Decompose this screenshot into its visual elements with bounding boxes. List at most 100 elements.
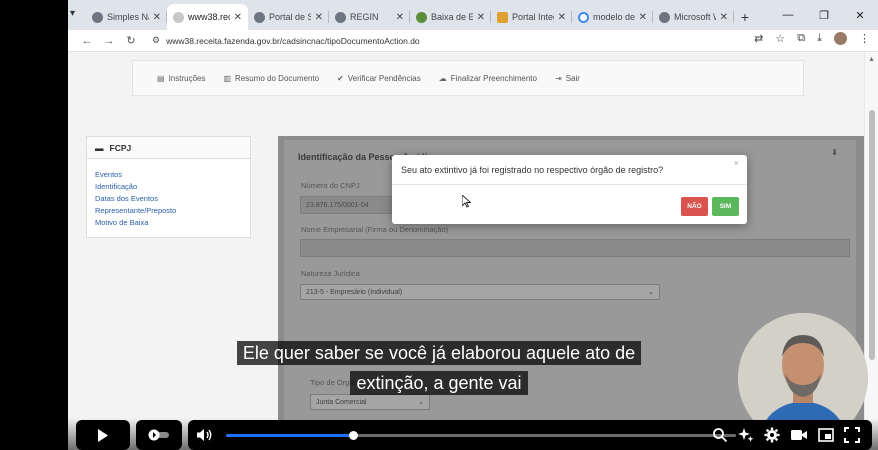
extensions-icon[interactable]: ⧉ (797, 32, 805, 45)
miniplayer-icon[interactable] (818, 428, 834, 442)
autoplay-icon (148, 429, 169, 441)
menu-instrucoes[interactable]: ▤ Instruções (157, 74, 205, 83)
google-icon (578, 11, 589, 23)
exit-icon: ⇥ (554, 73, 562, 83)
fullscreen-icon[interactable] (844, 427, 860, 443)
tab-google-modelo[interactable]: modelo de ✕ (572, 4, 653, 30)
leaf-icon (416, 11, 427, 23)
close-tab-icon[interactable]: ✕ (558, 12, 566, 23)
video-camera-icon[interactable] (790, 428, 808, 442)
minimize-icon[interactable]: — (770, 9, 806, 21)
tab-portal-servicos[interactable]: Portal de Se✕ (248, 4, 329, 30)
tab-baixa-empresa[interactable]: Baixa de Em✕ (410, 4, 491, 30)
dialog-question: Seu ato extintivo já foi registrado no r… (401, 165, 664, 175)
close-tab-icon[interactable]: ✕ (153, 12, 161, 23)
close-tab-icon[interactable]: ✕ (720, 12, 728, 23)
globe-icon (335, 11, 346, 23)
scrollbar-thumb[interactable] (869, 110, 875, 360)
sidebar-item-representante[interactable]: Representante/Preposto (95, 205, 250, 217)
document-icon: ▥ (223, 73, 232, 83)
nao-button[interactable]: NÃO (681, 197, 708, 216)
tab-portal-integrador[interactable]: Portal Integ ✕ (491, 4, 572, 30)
player-right-icons (712, 427, 860, 443)
volume-icon[interactable] (196, 428, 214, 442)
nome-empresarial-field[interactable] (300, 239, 850, 257)
sidebar-header: ▬ FCPJ (87, 137, 250, 159)
tab-receita[interactable]: www38.rece✕ (167, 4, 248, 30)
cloud-upload-icon: ☁ (438, 73, 447, 83)
sim-button[interactable]: SIM (712, 197, 739, 216)
forward-icon[interactable]: → (98, 35, 120, 47)
close-window-icon[interactable]: ✕ (842, 9, 878, 22)
dialog-divider (392, 184, 747, 185)
toolbar-icons: ⇄ ☆ ⧉ ⤓ ⋮ (754, 32, 870, 45)
mouse-cursor-icon (461, 194, 472, 211)
reload-icon[interactable]: ↻ (120, 34, 142, 47)
dialog-close-icon[interactable]: × (734, 158, 739, 168)
sidebar-item-motivo-baixa[interactable]: Motivo de Baixa (95, 217, 250, 229)
sidebar-item-eventos[interactable]: Eventos (95, 169, 250, 181)
close-tab-icon[interactable]: ✕ (396, 12, 404, 23)
confirm-dialog: Seu ato extintivo já foi registrado no r… (392, 155, 747, 224)
bookmark-star-icon[interactable]: ☆ (775, 32, 785, 45)
scroll-up-icon[interactable]: ▲ (868, 56, 875, 63)
play-icon (98, 428, 108, 442)
menu-sair[interactable]: ⇥ Sair (555, 74, 580, 83)
sidebar-item-datas-eventos[interactable]: Datas dos Eventos (95, 193, 250, 205)
tab-strip: ▾ Simples Nac✕ www38.rece✕ Portal de Se✕… (68, 0, 878, 30)
progress-scrubber[interactable] (349, 431, 358, 440)
search-icon[interactable] (712, 427, 728, 443)
nome-empresarial-label: Nome Empresarial (Firma ou Denominação) (301, 225, 449, 234)
address-bar[interactable]: ⚙ www38.receita.fazenda.gov.br/cadsincna… (146, 32, 796, 50)
menu-resumo-documento[interactable]: ▥ Resumo do Documento (223, 74, 319, 83)
folder-icon (497, 11, 508, 23)
close-tab-icon[interactable]: ✕ (234, 12, 242, 23)
tab-search-icon[interactable]: ▾ (70, 8, 75, 19)
natureza-juridica-select[interactable]: 213-5 - Empresário (Individual) ⌄ (300, 284, 660, 300)
video-controls (0, 418, 878, 450)
sparkle-icon[interactable] (738, 427, 754, 443)
close-tab-icon[interactable]: ✕ (477, 12, 485, 23)
progress-fill (226, 434, 354, 437)
globe-icon (254, 11, 265, 23)
window-controls: — ❐ ✕ (770, 0, 878, 30)
tab-regin[interactable]: REGIN ✕ (329, 4, 410, 30)
back-icon[interactable]: ← (76, 35, 98, 47)
maximize-icon[interactable]: ❐ (806, 9, 842, 22)
new-tab-button[interactable]: + (734, 4, 756, 30)
card-icon: ▬ (95, 142, 104, 153)
site-info-icon[interactable]: ⚙ (152, 35, 160, 46)
menu-finalizar-preenchimento[interactable]: ☁ Finalizar Preenchimento (439, 74, 537, 83)
cnpj-label: Número do CNPJ (301, 181, 360, 190)
fcpj-sidebar: ▬ FCPJ Eventos Identificação Datas dos Ev… (86, 136, 251, 238)
screen: ▾ Simples Nac✕ www38.rece✕ Portal de Se✕… (0, 0, 878, 450)
downloads-icon[interactable]: ⤓ (817, 32, 822, 45)
play-button[interactable] (76, 420, 130, 450)
top-menu: ▤ Instruções ▥ Resumo do Documento ✔ Verifi… (132, 60, 804, 96)
close-tab-icon[interactable]: ✕ (639, 12, 647, 23)
check-circle-icon: ✔ (337, 73, 344, 83)
pin-icon: ⬇ (831, 148, 838, 157)
tab-microsoft[interactable]: Microsoft W✕ (653, 4, 734, 30)
browser-toolbar: ← → ↻ ⚙ www38.receita.fazenda.gov.br/cad… (68, 30, 878, 52)
menu-verificar-pendencias[interactable]: ✔ Verificar Pendências (337, 74, 421, 83)
autoplay-toggle[interactable] (136, 420, 182, 450)
profile-avatar[interactable] (834, 32, 847, 45)
close-tab-icon[interactable]: ✕ (315, 12, 323, 23)
tipo-orgao-select[interactable]: Junta Comercial ⌄ (310, 394, 430, 410)
url-text: www38.receita.fazenda.gov.br/cadsincnac/… (166, 35, 420, 46)
globe-icon (659, 11, 670, 23)
menu-dots-icon[interactable]: ⋮ (859, 32, 870, 45)
translate-icon[interactable]: ⇄ (754, 32, 763, 45)
chevron-down-icon: ⌄ (418, 399, 424, 406)
progress-container (188, 420, 872, 450)
progress-bar[interactable] (226, 431, 736, 440)
page-icon (173, 11, 184, 23)
chevron-down-icon: ⌄ (648, 289, 654, 296)
settings-gear-icon[interactable] (764, 427, 780, 443)
book-icon: ▤ (157, 73, 165, 83)
natureza-juridica-label: Natureza Jurídica (301, 269, 360, 278)
sidebar-list: Eventos Identificação Datas dos Eventos … (87, 159, 250, 229)
tab-simples-nacional[interactable]: Simples Nac✕ (86, 4, 167, 30)
sidebar-item-identificacao[interactable]: Identificação (95, 181, 250, 193)
